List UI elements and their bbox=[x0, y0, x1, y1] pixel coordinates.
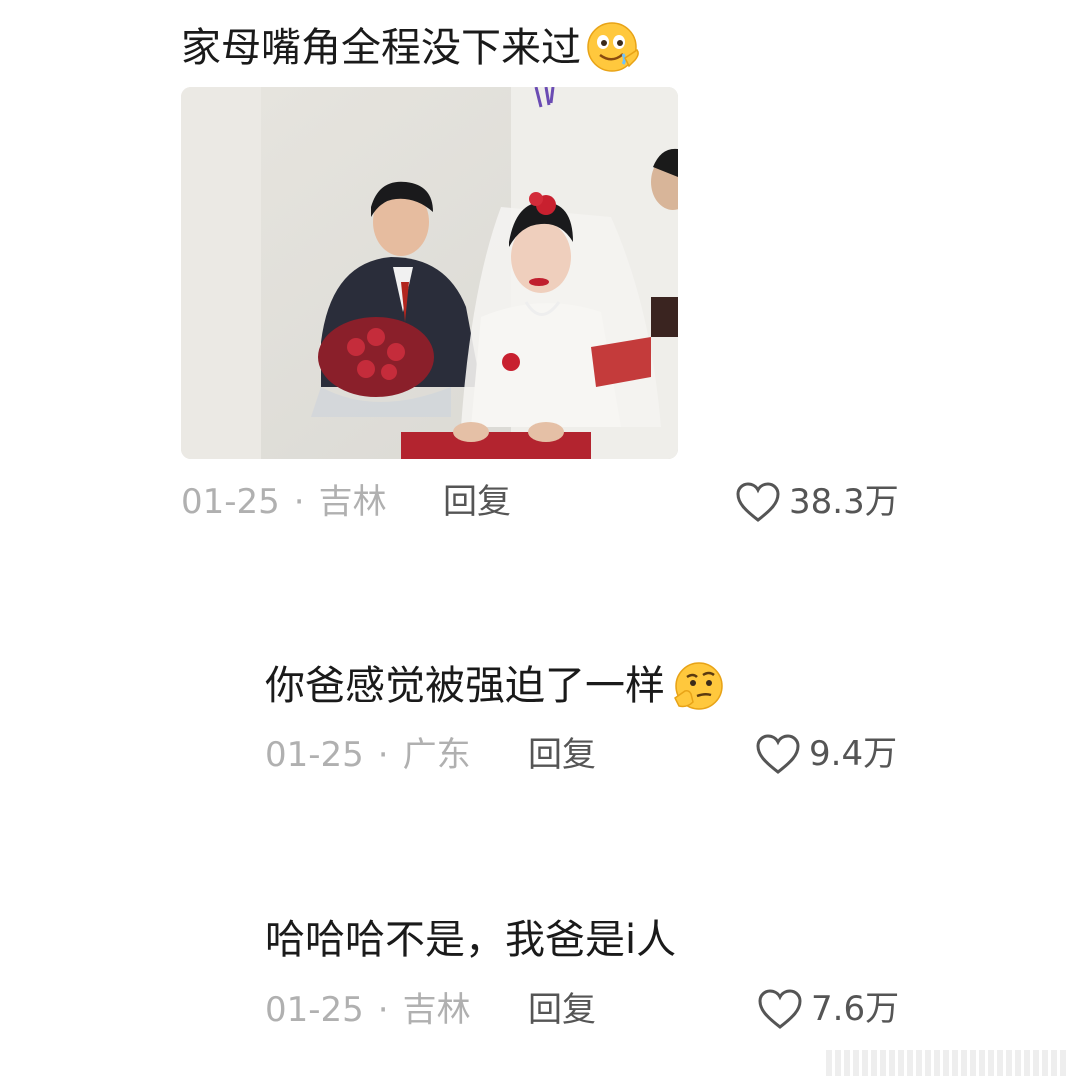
comment-3-reply-button[interactable]: 回复 bbox=[528, 993, 596, 1027]
meta-separator: · bbox=[377, 735, 389, 775]
heart-outline-icon bbox=[758, 989, 802, 1029]
comment-2-reply-button[interactable]: 回复 bbox=[528, 738, 596, 772]
comment-2-body: 你爸感觉被强迫了一样 bbox=[265, 663, 665, 709]
comment-1-like-button[interactable]: 38.3万 bbox=[735, 481, 899, 523]
drooling-face-emoji-icon bbox=[585, 20, 641, 76]
comment-1-text: 家母嘴角全程没下来过 bbox=[181, 20, 641, 76]
watermark-logo bbox=[826, 1050, 1066, 1076]
thinking-face-emoji-icon bbox=[669, 658, 725, 714]
comment-3-like-count: 7.6万 bbox=[811, 989, 900, 1029]
comment-3-meta: 01-25 · 吉林 bbox=[265, 993, 471, 1027]
comment-3-body: 哈哈哈不是，我爸是i人 bbox=[265, 917, 677, 963]
comment-3-location: 吉林 bbox=[402, 990, 471, 1030]
meta-separator: · bbox=[377, 990, 389, 1030]
comment-1-meta: 01-25 · 吉林 bbox=[181, 485, 387, 519]
heart-outline-icon bbox=[756, 734, 800, 774]
meta-separator: · bbox=[293, 482, 305, 522]
comment-2-like-button[interactable]: 9.4万 bbox=[755, 733, 897, 775]
comment-2-meta: 01-25 · 广东 bbox=[265, 738, 471, 772]
comment-3-text: 哈哈哈不是，我爸是i人 bbox=[265, 920, 676, 960]
comment-1-date: 01-25 bbox=[181, 482, 280, 522]
comment-3-like-button[interactable]: 7.6万 bbox=[757, 988, 899, 1030]
wedding-photo-image bbox=[181, 87, 678, 459]
comment-thread: 家母嘴角全程没下来过 01-25 · 吉林 回复 38.3万 你爸感觉被强迫了一… bbox=[0, 0, 1080, 1082]
heart-outline-icon bbox=[736, 482, 780, 522]
comment-1-like-count: 38.3万 bbox=[789, 482, 899, 522]
comment-2-location: 广东 bbox=[402, 735, 471, 775]
comment-2-like-count: 9.4万 bbox=[809, 734, 898, 774]
comment-3-date: 01-25 bbox=[265, 990, 364, 1030]
comment-2-text: 你爸感觉被强迫了一样 bbox=[265, 658, 725, 714]
comment-2-date: 01-25 bbox=[265, 735, 364, 775]
wedding-photo[interactable] bbox=[181, 87, 678, 459]
comment-1-location: 吉林 bbox=[318, 482, 387, 522]
comment-1-body: 家母嘴角全程没下来过 bbox=[181, 25, 581, 71]
comment-1-reply-button[interactable]: 回复 bbox=[443, 485, 511, 519]
